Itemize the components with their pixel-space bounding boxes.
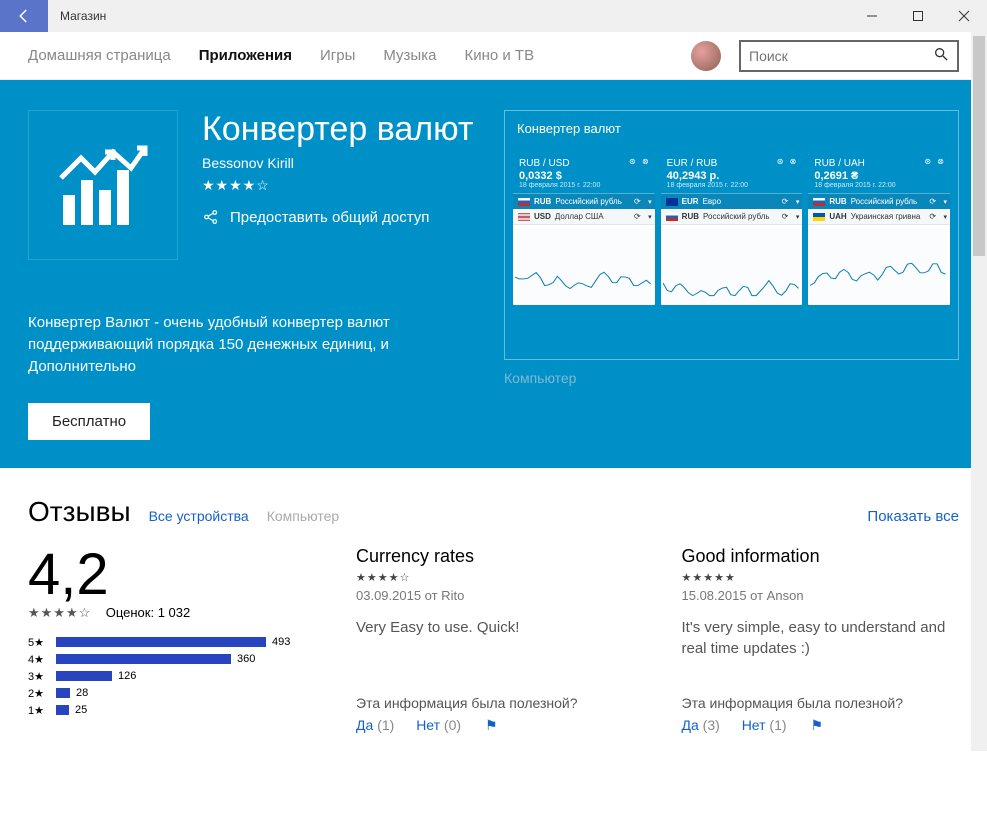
screenshot-tile: ⊛ ⊗ EUR / RUB40,2943 р.18 февраля 2015 г… <box>661 154 803 305</box>
top-nav: Домашняя страница Приложения Игры Музыка… <box>0 32 987 80</box>
install-button[interactable]: Бесплатно <box>28 403 150 440</box>
app-publisher[interactable]: Bessonov Kirill <box>202 155 473 171</box>
app-description: Конвертер Валют - очень удобный конверте… <box>28 312 468 356</box>
window-controls <box>849 0 987 32</box>
app-rating-stars: ★★★★☆ <box>202 177 473 194</box>
review-stars: ★★★★☆ <box>356 571 634 584</box>
scrollbar-thumb[interactable] <box>973 36 985 256</box>
search-icon[interactable] <box>933 46 949 65</box>
rating-bar-row: 3★ 126 <box>28 670 308 683</box>
nav-apps[interactable]: Приложения <box>199 47 292 64</box>
vertical-scrollbar[interactable] <box>971 32 987 751</box>
more-link[interactable]: Дополнительно <box>28 358 484 375</box>
filter-all-devices[interactable]: Все устройства <box>149 508 249 524</box>
helpful-no[interactable]: Нет <box>742 717 766 733</box>
nav-movies[interactable]: Кино и ТВ <box>464 47 534 64</box>
reviews-section: Отзывы Все устройства Компьютер Показать… <box>0 468 987 827</box>
share-button[interactable]: Предоставить общий доступ <box>202 208 473 226</box>
rating-count: Оценок: 1 032 <box>106 605 191 620</box>
review-item: Good information ★★★★★ 15.08.2015 от Ans… <box>682 546 960 734</box>
nav-music[interactable]: Музыка <box>383 47 436 64</box>
maximize-button[interactable] <box>895 0 941 32</box>
helpful-no[interactable]: Нет <box>416 717 440 733</box>
rating-stars: ★★★★☆ <box>28 605 91 620</box>
app-hero: Конвертер валют Bessonov Kirill ★★★★☆ Пр… <box>0 80 987 468</box>
nav-games[interactable]: Игры <box>320 47 355 64</box>
share-label: Предоставить общий доступ <box>230 209 429 226</box>
rating-bar-row: 5★ 493 <box>28 636 308 649</box>
close-button[interactable] <box>941 0 987 32</box>
helpful-yes[interactable]: Да <box>356 717 373 733</box>
filter-pc[interactable]: Компьютер <box>267 508 339 524</box>
show-all-reviews[interactable]: Показать все <box>867 508 959 525</box>
window-title: Магазин <box>48 9 106 23</box>
nav-home[interactable]: Домашняя страница <box>28 47 171 64</box>
rating-bars: 5★ 493 4★ 360 3★ 126 2★ 28 1★ 25 <box>28 636 308 717</box>
review-meta: 03.09.2015 от Rito <box>356 588 634 603</box>
review-title: Good information <box>682 546 960 567</box>
rating-bar-row: 4★ 360 <box>28 653 308 666</box>
rating-value: 4,2 <box>28 546 308 604</box>
user-avatar[interactable] <box>691 41 721 71</box>
reviews-heading: Отзывы <box>28 496 131 528</box>
minimize-button[interactable] <box>849 0 895 32</box>
review-title: Currency rates <box>356 546 634 567</box>
app-title: Конвертер валют <box>202 110 473 149</box>
screenshot-frame[interactable]: Конвертер валют ⊛ ⊗ RUB / USD0,0332 $18 … <box>504 110 959 360</box>
rating-bar-row: 2★ 28 <box>28 687 308 700</box>
search-input[interactable] <box>749 48 933 64</box>
app-icon <box>28 110 178 260</box>
rating-bar-row: 1★ 25 <box>28 704 308 717</box>
back-button[interactable] <box>0 0 48 32</box>
screenshot-tile: ⊛ ⊗ RUB / USD0,0332 $18 февраля 2015 г. … <box>513 154 655 305</box>
rating-summary: 4,2 ★★★★☆ Оценок: 1 032 5★ 493 4★ 360 3★… <box>28 546 308 734</box>
device-label: Компьютер <box>504 370 959 386</box>
titlebar: Магазин <box>0 0 987 32</box>
search-box[interactable] <box>739 40 959 72</box>
review-body: It's very simple, easy to understand and… <box>682 617 960 663</box>
report-icon[interactable]: ⚑ <box>810 717 823 733</box>
review-item: Currency rates ★★★★☆ 03.09.2015 от Rito … <box>356 546 634 734</box>
review-helpful-question: Эта информация была полезной? <box>682 695 960 711</box>
screenshot-tile: ⊛ ⊗ RUB / UAH0,2691 ₴18 февраля 2015 г. … <box>808 154 950 305</box>
report-icon[interactable]: ⚑ <box>485 717 498 733</box>
review-helpful-question: Эта информация была полезной? <box>356 695 634 711</box>
screenshot-caption: Конвертер валют <box>513 121 950 136</box>
review-body: Very Easy to use. Quick! <box>356 617 634 663</box>
review-stars: ★★★★★ <box>682 571 960 584</box>
review-meta: 15.08.2015 от Anson <box>682 588 960 603</box>
helpful-yes[interactable]: Да <box>682 717 699 733</box>
